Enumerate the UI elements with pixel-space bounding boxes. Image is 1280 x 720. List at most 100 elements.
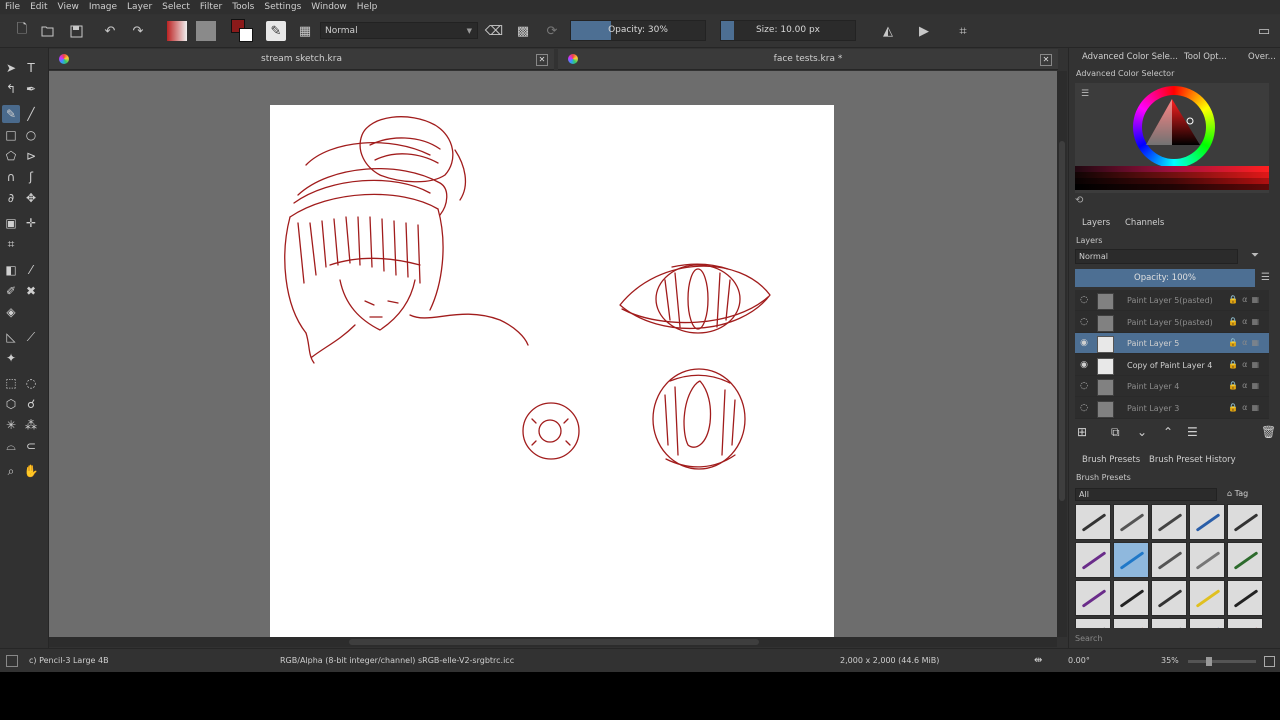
layer-lock-icon[interactable]: 🔒α▦ <box>1228 295 1263 304</box>
move-layer-down-icon[interactable]: ⌄ <box>1137 425 1147 439</box>
fill-tool-icon[interactable]: ◈ <box>2 303 20 321</box>
reference-tool-icon[interactable]: ✦ <box>2 349 20 367</box>
menu-tools[interactable]: Tools <box>227 0 259 14</box>
move-tool-icon[interactable]: ✛ <box>22 214 40 232</box>
measure-tool-icon[interactable]: ◺ <box>2 328 20 346</box>
refresh-icon[interactable]: ⟲ <box>1075 195 1083 206</box>
color-picker-icon[interactable]: ⁄ <box>22 261 40 279</box>
menu-edit[interactable]: Edit <box>25 0 52 14</box>
ellipse-select-icon[interactable]: ◌ <box>22 374 40 392</box>
preserve-alpha-icon[interactable]: ▩ <box>513 21 533 41</box>
menu-settings[interactable]: Settings <box>259 0 306 14</box>
panel-toggle-icon[interactable]: ▭ <box>1254 21 1274 41</box>
layer-lock-icon[interactable]: 🔒α▦ <box>1228 317 1263 326</box>
brush-preset-tile[interactable] <box>1189 618 1225 628</box>
blend-mode-combo[interactable]: Normal ▼ <box>320 22 478 39</box>
drawing-canvas[interactable] <box>270 105 834 637</box>
brush-search-input[interactable]: Search <box>1075 634 1102 643</box>
contiguous-select-icon[interactable]: ✳ <box>2 416 20 434</box>
layer-lock-icon[interactable]: 🔒α▦ <box>1228 360 1263 369</box>
polygon-select-icon[interactable]: ⬡ <box>2 395 20 413</box>
hue-ring[interactable] <box>1133 86 1215 168</box>
magnetic-select-icon[interactable]: ⊂ <box>22 437 40 455</box>
tab-tool-options[interactable]: Tool Opt... <box>1184 52 1227 62</box>
gradient-tool-icon[interactable]: ◧ <box>2 261 20 279</box>
edit-shapes-icon[interactable]: ↰ <box>2 80 20 98</box>
smart-patch-icon[interactable]: ✖ <box>22 282 40 300</box>
eraser-icon[interactable]: ⌫ <box>484 21 504 41</box>
move-layer-up-icon[interactable]: ⌃ <box>1163 425 1173 439</box>
canvas-area[interactable] <box>49 71 1057 637</box>
polygon-tool-icon[interactable]: ⬠ <box>2 147 20 165</box>
pan-tool-icon[interactable]: ✋ <box>22 462 40 480</box>
duplicate-layer-icon[interactable]: ⧉ <box>1111 425 1120 440</box>
menu-file[interactable]: File <box>0 0 25 14</box>
status-zoom[interactable]: 35% <box>1161 649 1179 672</box>
brush-preset-icon[interactable]: ✎ <box>266 21 286 41</box>
menu-select[interactable]: Select <box>157 0 195 14</box>
multibrush-icon[interactable]: ✥ <box>22 189 40 207</box>
pattern-swatch[interactable] <box>196 21 216 41</box>
select-shapes-icon[interactable]: ➤ <box>2 59 20 77</box>
vertical-scrollbar[interactable] <box>1057 71 1067 637</box>
eye-icon[interactable]: ◉ <box>1079 360 1089 370</box>
opacity-slider[interactable]: Opacity: 30% <box>570 20 706 41</box>
tab-channels[interactable]: Channels <box>1125 218 1164 228</box>
brush-preset-tile[interactable] <box>1075 504 1111 540</box>
eye-closed-icon[interactable]: ◌ <box>1079 295 1089 305</box>
reload-preset-icon[interactable]: ⟳ <box>542 21 562 41</box>
brush-preset-tile[interactable] <box>1113 542 1149 578</box>
tab-layers[interactable]: Layers <box>1082 218 1110 228</box>
layer-properties-icon[interactable]: ☰ <box>1187 425 1198 439</box>
zoom-tool-icon[interactable]: ⌕ <box>2 462 20 480</box>
tab-overview[interactable]: Over... <box>1248 52 1276 62</box>
brush-preset-tile[interactable] <box>1113 618 1149 628</box>
color-swatches[interactable] <box>231 19 253 42</box>
brush-preset-tile[interactable] <box>1227 542 1263 578</box>
layer-row[interactable]: ◌ Paint Layer 4 🔒α▦ <box>1075 376 1269 397</box>
layer-lock-icon[interactable]: 🔒α▦ <box>1228 338 1263 347</box>
rect-select-icon[interactable]: ⬚ <box>2 374 20 392</box>
new-document-icon[interactable]: 🗋 <box>12 21 32 41</box>
settings-list-icon[interactable]: ☰ <box>1081 89 1089 99</box>
eye-icon[interactable]: ◉ <box>1079 338 1089 348</box>
redo-icon[interactable]: ↷ <box>128 21 148 41</box>
line-tool-icon[interactable]: ╱ <box>22 105 40 123</box>
layer-row[interactable]: ◉ Copy of Paint Layer 4 🔒α▦ <box>1075 355 1269 376</box>
close-icon[interactable]: ✕ <box>536 54 548 66</box>
layer-lock-icon[interactable]: 🔒α▦ <box>1228 381 1263 390</box>
polyline-tool-icon[interactable]: ⊳ <box>22 147 40 165</box>
freehand-brush-icon[interactable]: ✎ <box>2 105 20 123</box>
mirror-horizontal-icon[interactable]: ◭ <box>878 21 898 41</box>
undo-icon[interactable]: ↶ <box>100 21 120 41</box>
brush-preset-tile[interactable] <box>1227 580 1263 616</box>
close-icon[interactable]: ✕ <box>1040 54 1052 66</box>
menu-help[interactable]: Help <box>352 0 383 14</box>
menu-filter[interactable]: Filter <box>195 0 227 14</box>
brush-preset-tile[interactable] <box>1189 504 1225 540</box>
layer-row[interactable]: ◌ Paint Layer 3 🔒α▦ <box>1075 398 1269 419</box>
similar-select-icon[interactable]: ⁂ <box>22 416 40 434</box>
rotation-reset-icon[interactable]: ⇹ <box>1034 655 1042 666</box>
layer-row[interactable]: ◌ Paint Layer 5(pasted) 🔒α▦ <box>1075 290 1269 311</box>
selection-display-icon[interactable] <box>6 655 18 667</box>
tab-advanced-color-selector[interactable]: Advanced Color Sele... <box>1082 52 1178 62</box>
bezier-select-icon[interactable]: ⌓ <box>2 437 20 455</box>
ellipse-tool-icon[interactable]: ○ <box>22 126 40 144</box>
eye-closed-icon[interactable]: ◌ <box>1079 403 1089 413</box>
brush-preset-tile[interactable] <box>1227 618 1263 628</box>
brush-preset-tile[interactable] <box>1151 618 1187 628</box>
tab-brush-presets[interactable]: Brush Presets <box>1082 455 1140 465</box>
brush-preset-tile[interactable] <box>1113 504 1149 540</box>
brush-preset-tile[interactable] <box>1075 542 1111 578</box>
tab-brush-preset-history[interactable]: Brush Preset History <box>1149 455 1236 465</box>
layer-lock-icon[interactable]: 🔒α▦ <box>1228 403 1263 412</box>
brush-filter-combo[interactable]: All <box>1075 488 1217 501</box>
freehand-select-icon[interactable]: ☌ <box>22 395 40 413</box>
crop-tool-icon[interactable]: ⌗ <box>2 235 20 253</box>
menu-layer[interactable]: Layer <box>122 0 157 14</box>
save-icon[interactable] <box>66 21 86 41</box>
dynamic-brush-icon[interactable]: ∂ <box>2 189 20 207</box>
brush-preset-tile[interactable] <box>1189 542 1225 578</box>
gradient-swatch[interactable] <box>167 21 187 41</box>
